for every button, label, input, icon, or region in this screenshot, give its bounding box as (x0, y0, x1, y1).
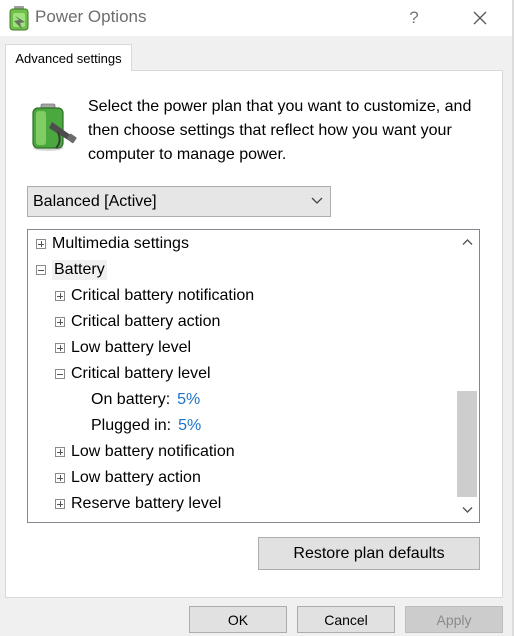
instructions-text: Select the power plan that you want to c… (88, 98, 472, 163)
expand-icon[interactable] (55, 291, 65, 301)
tree-item-label: Reserve battery level (71, 495, 222, 512)
power-plan-value: Balanced [Active] (33, 193, 157, 210)
close-button[interactable] (460, 0, 500, 36)
chevron-down-icon (311, 197, 323, 204)
tree-item-label: Low battery action (71, 469, 201, 486)
expand-icon[interactable] (55, 499, 65, 509)
collapse-icon[interactable] (36, 265, 46, 275)
setting-on-battery[interactable]: On battery: 5% (91, 388, 200, 412)
tree-item-reserve-battery-level[interactable]: Reserve battery level (55, 492, 221, 516)
expand-icon[interactable] (55, 317, 65, 327)
settings-tree[interactable]: Multimedia settings Battery Critical bat… (27, 229, 480, 523)
battery-plug-icon (32, 103, 77, 151)
setting-label: On battery: (91, 391, 171, 408)
expand-icon[interactable] (55, 473, 65, 483)
tree-item-battery[interactable]: Battery (36, 258, 107, 282)
tab-advanced-settings[interactable]: Advanced settings (5, 44, 132, 71)
title-bar: Power Options ? (0, 0, 514, 36)
tree-item-label: Critical battery notification (71, 287, 255, 304)
power-plan-dropdown[interactable]: Balanced [Active] (27, 186, 331, 217)
tree-item-label: Critical battery level (71, 365, 211, 382)
setting-plugged-in[interactable]: Plugged in: 5% (91, 414, 201, 438)
tree-item-label: Low battery notification (71, 443, 235, 460)
apply-button[interactable]: Apply (405, 606, 503, 633)
tree-item-multimedia[interactable]: Multimedia settings (36, 232, 189, 256)
power-options-icon (9, 6, 29, 31)
expand-icon[interactable] (36, 239, 46, 249)
expand-icon[interactable] (55, 447, 65, 457)
vertical-scrollbar[interactable] (455, 230, 479, 522)
expand-icon[interactable] (55, 343, 65, 353)
scroll-down-button[interactable] (455, 498, 479, 522)
tree-item-critical-battery-notification[interactable]: Critical battery notification (55, 284, 254, 308)
tree-item-low-battery-action[interactable]: Low battery action (55, 466, 201, 490)
on-battery-value-link[interactable]: 5% (177, 391, 200, 409)
chevron-up-icon (462, 239, 472, 245)
tree-item-label: Multimedia settings (52, 235, 189, 252)
tree-item-label: Battery (52, 260, 107, 280)
tree-item-label: Low battery level (71, 339, 192, 356)
chevron-down-icon (462, 507, 472, 513)
close-icon (473, 11, 487, 25)
collapse-icon[interactable] (55, 369, 65, 379)
tree-item-critical-battery-action[interactable]: Critical battery action (55, 310, 220, 334)
scrollbar-thumb[interactable] (457, 391, 477, 497)
tree-item-low-battery-notification[interactable]: Low battery notification (55, 440, 235, 464)
ok-button[interactable]: OK (189, 606, 287, 633)
restore-plan-defaults-button[interactable]: Restore plan defaults (258, 537, 480, 570)
plugged-in-value-link[interactable]: 5% (178, 417, 201, 435)
scroll-up-button[interactable] (455, 230, 479, 254)
setting-label: Plugged in: (91, 417, 172, 434)
help-button[interactable]: ? (400, 0, 428, 36)
tree-item-label: Critical battery action (71, 313, 221, 330)
window-title: Power Options (35, 7, 147, 26)
cancel-button[interactable]: Cancel (297, 606, 395, 633)
tree-item-low-battery-level[interactable]: Low battery level (55, 336, 191, 360)
tree-item-critical-battery-level[interactable]: Critical battery level (55, 362, 211, 386)
